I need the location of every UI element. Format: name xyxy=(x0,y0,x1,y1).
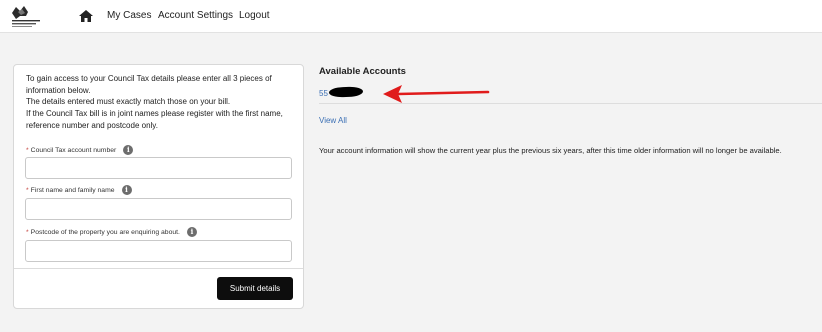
form-instructions: To gain access to your Council Tax detai… xyxy=(26,73,298,132)
info-icon[interactable]: i xyxy=(186,227,197,237)
info-icon[interactable]: i xyxy=(121,185,132,195)
instruction-line: If the Council Tax bill is in joint name… xyxy=(26,109,283,130)
info-icon[interactable]: i xyxy=(123,145,134,155)
red-arrow-annotation xyxy=(383,85,490,103)
view-all-link[interactable]: View All xyxy=(319,116,347,125)
nav-logout[interactable]: Logout xyxy=(239,10,270,21)
instruction-line: To gain access to your Council Tax detai… xyxy=(26,74,272,95)
account-history-info: Your account information will show the c… xyxy=(319,146,782,155)
account-number-label-text: Council Tax account number xyxy=(30,146,117,154)
instruction-line: The details entered must exactly match t… xyxy=(26,97,231,107)
postcode-label: * Postcode of the property you are enqui… xyxy=(26,227,197,237)
account-number-input[interactable] xyxy=(25,157,292,179)
redaction-mark xyxy=(328,86,364,98)
submit-details-button[interactable]: Submit details xyxy=(217,277,293,300)
available-accounts-heading: Available Accounts xyxy=(319,66,406,77)
account-number-link[interactable]: 55 xyxy=(319,89,328,98)
required-marker: * xyxy=(26,146,29,154)
full-name-label: * First name and family name i xyxy=(26,185,132,195)
nav-my-cases[interactable]: My Cases xyxy=(107,10,151,21)
access-form-card: To gain access to your Council Tax detai… xyxy=(13,64,304,309)
required-marker: * xyxy=(26,228,29,236)
home-icon[interactable] xyxy=(78,9,94,23)
council-logo[interactable] xyxy=(6,3,46,31)
postcode-input[interactable] xyxy=(25,240,292,262)
required-marker: * xyxy=(26,186,29,194)
full-name-label-text: First name and family name xyxy=(30,186,115,194)
top-navigation-bar: My Cases Account Settings Logout xyxy=(0,0,822,33)
card-divider xyxy=(14,268,303,269)
account-number-label: * Council Tax account number i xyxy=(26,145,134,155)
nav-account-settings[interactable]: Account Settings xyxy=(158,10,233,21)
postcode-label-text: Postcode of the property you are enquiri… xyxy=(30,228,180,236)
accounts-divider xyxy=(319,103,822,104)
full-name-input[interactable] xyxy=(25,198,292,220)
